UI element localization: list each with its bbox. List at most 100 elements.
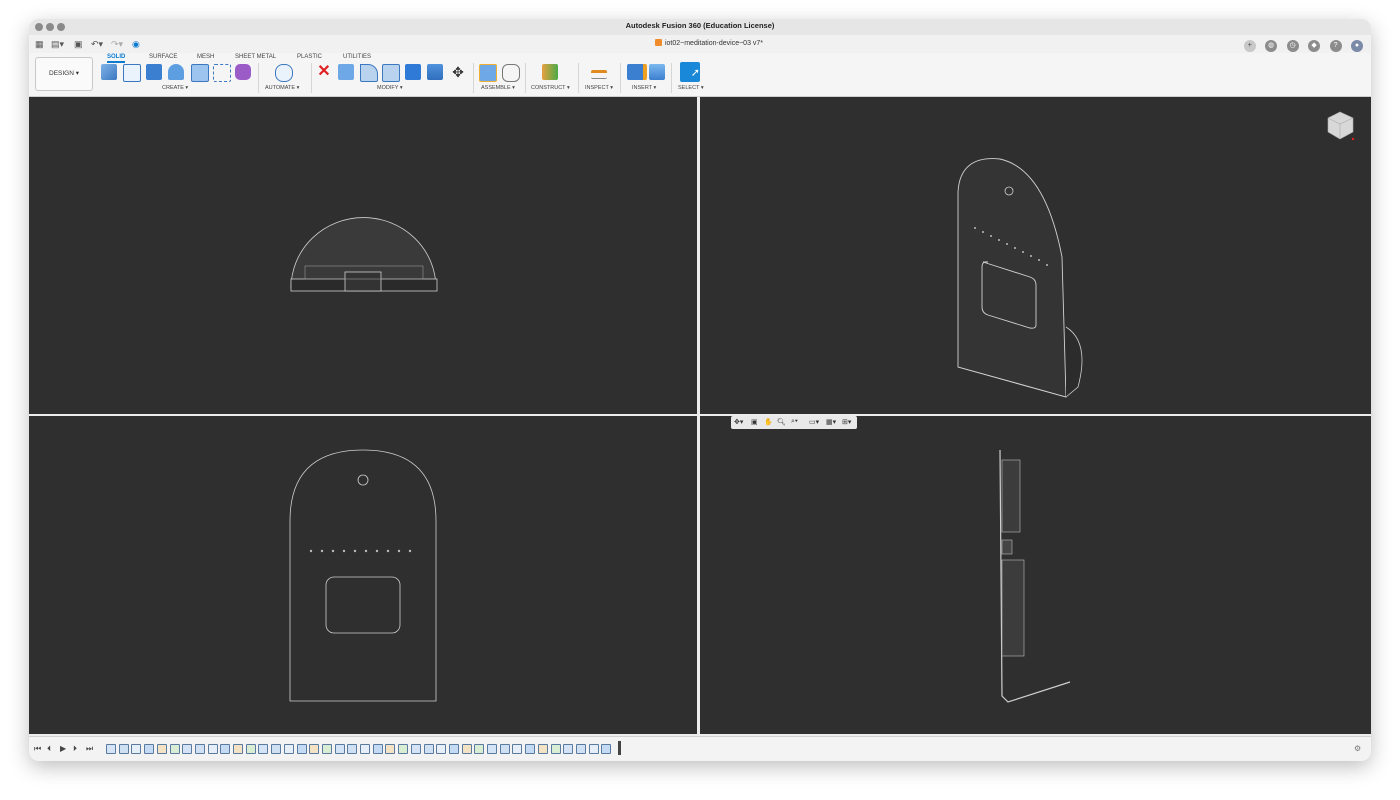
new-joint-icon[interactable] [479,64,497,82]
view-cube[interactable] [1324,109,1355,141]
timeline-feature-icon[interactable] [461,744,472,754]
redo-icon[interactable]: ↷▾ [111,38,123,50]
timeline-feature-icon[interactable] [601,744,612,754]
timeline-feature-icon[interactable] [220,744,231,754]
timeline-feature-icon[interactable] [525,744,536,754]
fillet-icon[interactable] [360,64,378,82]
create-sketch-icon[interactable] [123,64,141,82]
timeline-feature-icon[interactable] [207,744,218,754]
timeline-feature-icon[interactable] [271,744,282,754]
orbit-icon[interactable]: ✥▾ [734,418,743,426]
timeline-feature-icon[interactable] [347,744,358,754]
pattern-icon[interactable] [213,64,231,82]
automate-group-label[interactable]: AUTOMATE ▾ [265,85,299,91]
shell-icon[interactable] [405,64,421,80]
timeline-feature-icon[interactable] [283,744,294,754]
timeline-feature-icon[interactable] [563,744,574,754]
timeline-feature-icon[interactable] [360,744,370,754]
select-icon[interactable]: ➚ [680,62,700,82]
timeline-feature-icon[interactable] [448,744,459,754]
timeline-feature-icon[interactable] [131,744,142,754]
record-icon[interactable]: ◉ [132,38,140,50]
assemble-group-label[interactable]: ASSEMBLE ▾ [481,85,515,91]
timeline-feature-icon[interactable] [182,744,193,754]
timeline-feature-icon[interactable] [385,744,396,754]
document-tab[interactable]: iot02~meditation-device~03 v7* [629,39,789,47]
timeline-feature-icon[interactable] [423,744,434,754]
viewport-perspective[interactable] [700,97,1371,414]
timeline-feature-icon[interactable] [156,744,167,754]
viewport-top[interactable] [29,97,697,414]
extrude-icon[interactable] [146,64,162,80]
timeline-feature-icon[interactable] [194,744,205,754]
grid-menu-icon[interactable]: ▦ [35,38,44,50]
combine-icon[interactable] [427,64,443,80]
tab-solid[interactable]: SOLID [107,54,126,63]
play-button[interactable]: ▶ [60,744,66,753]
timeline-feature-icon[interactable] [512,744,523,754]
user-avatar[interactable]: ● [1351,39,1363,52]
look-at-icon[interactable]: ▣ [751,418,758,426]
select-group-label[interactable]: SELECT ▾ [678,85,704,91]
timeline-feature-icon[interactable] [169,744,180,754]
job-status-icon[interactable]: ◷ [1286,39,1299,52]
timeline-feature-icon[interactable] [245,744,256,754]
timeline-feature-icon[interactable] [537,744,548,754]
timeline-feature-icon[interactable] [144,744,155,754]
go-to-start-button[interactable]: ⏮ [34,744,41,754]
file-icon[interactable]: ▤▾ [51,38,64,50]
timeline-feature-icon[interactable] [334,744,345,754]
delete-icon[interactable]: ✕ [316,64,332,80]
tab-sheet-metal[interactable]: SHEET METAL [235,54,276,60]
timeline-feature-icon[interactable] [106,744,116,754]
as-built-joint-icon[interactable] [502,64,520,82]
timeline-feature-icon[interactable] [118,744,129,754]
new-tab-icon[interactable]: + [1243,39,1256,52]
zoom-icon[interactable]: 🔍︎ [777,418,786,426]
tab-utilities[interactable]: UTILITIES [343,54,371,60]
timeline-feature-icon[interactable] [233,744,243,754]
grid-settings-icon[interactable]: ▦▾ [826,418,836,426]
timeline-feature-icon[interactable] [296,744,307,754]
viewports-icon[interactable]: ⊞▾ [842,418,851,426]
measure-icon[interactable] [591,70,607,79]
workspace-switcher[interactable]: DESIGN ▾ [35,57,93,91]
chamfer-icon[interactable] [382,64,400,82]
tab-surface[interactable]: SURFACE [149,54,177,60]
extensions-icon[interactable]: ◍ [1265,39,1278,52]
timeline-feature-icon[interactable] [309,744,320,754]
modify-group-label[interactable]: MODIFY ▾ [377,85,403,91]
go-to-end-button[interactable]: ⏭ [86,744,93,754]
insert-canvas-icon[interactable] [649,64,665,80]
create-group-label[interactable]: CREATE ▾ [162,85,188,91]
display-settings-icon[interactable]: ▭▾ [809,418,819,426]
view-cube-icon[interactable] [1324,109,1356,141]
hole-icon[interactable] [191,64,209,82]
insert-derive-icon[interactable] [627,64,647,80]
save-icon[interactable]: ▣ [74,38,83,50]
timeline-feature-icon[interactable] [372,744,383,754]
timeline-feature-icon[interactable] [436,744,447,754]
tab-mesh[interactable]: MESH [197,54,214,60]
offset-plane-icon[interactable] [542,64,558,80]
timeline-feature-icon[interactable] [575,744,586,754]
tab-plastic[interactable]: PLASTIC [297,54,322,60]
construct-group-label[interactable]: CONSTRUCT ▾ [531,85,570,91]
timeline-marker[interactable] [618,741,621,755]
form-icon[interactable] [235,64,251,80]
press-pull-icon[interactable] [338,64,354,80]
inspect-group-label[interactable]: INSPECT ▾ [585,85,613,91]
viewport-right[interactable] [700,416,1371,734]
timeline-settings-icon[interactable]: ⚙ [1354,744,1361,753]
timeline-feature-icon[interactable] [588,744,599,754]
timeline-feature-icon[interactable] [499,744,510,754]
viewport-front[interactable] [29,416,697,734]
undo-icon[interactable]: ↶▾ [91,38,103,50]
timeline-feature-icon[interactable] [474,744,485,754]
timeline-feature-icon[interactable] [398,744,409,754]
notifications-icon[interactable]: ◆ [1308,39,1321,52]
new-component-icon[interactable] [101,64,117,80]
revolve-icon[interactable] [168,64,184,80]
timeline-feature-icon[interactable] [258,744,269,754]
move-copy-icon[interactable]: ✥ [450,64,466,80]
